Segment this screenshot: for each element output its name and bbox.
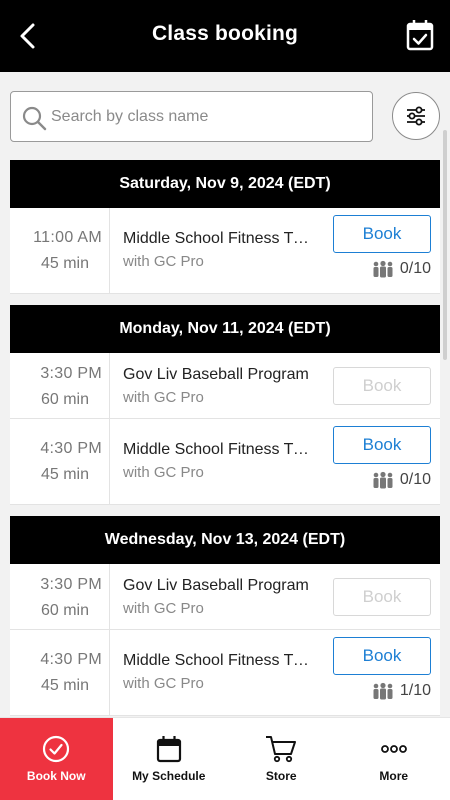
class-instructor: with GC Pro (123, 253, 204, 270)
class-instructor: with GC Pro (123, 389, 204, 406)
capacity: 0/10 (372, 260, 431, 278)
calendar-check-icon (406, 20, 434, 51)
calendar-button[interactable] (404, 18, 436, 52)
calendar-icon (156, 736, 181, 763)
nav-my-schedule[interactable]: My Schedule (113, 718, 226, 800)
filter-button[interactable] (392, 92, 440, 140)
spacer (10, 294, 440, 305)
class-time: 3:30 PM (40, 576, 102, 593)
top-bar: Class booking (0, 0, 450, 72)
class-row: 4:30 PM 45 min Middle School Fitness Tra… (10, 419, 440, 505)
people-icon (373, 471, 393, 489)
capacity: 1/10 (372, 682, 431, 700)
class-row: 4:30 PM 45 min Middle School Fitness Tra… (10, 630, 440, 716)
scrollbar[interactable] (443, 130, 447, 360)
time-column: 3:30 PM 60 min (10, 564, 110, 629)
class-duration: 60 min (40, 602, 89, 619)
capacity-count: 0/10 (399, 260, 431, 277)
book-button-disabled: Book (333, 367, 431, 405)
nav-label: More (379, 769, 409, 783)
sliders-icon (407, 106, 425, 126)
book-button-disabled: Book (333, 578, 431, 616)
class-name[interactable]: Gov Liv Baseball Program (123, 366, 313, 384)
class-duration: 60 min (40, 391, 89, 408)
class-row: 3:30 PM 60 min Gov Liv Baseball Program … (10, 564, 440, 630)
class-time: 3:30 PM (40, 365, 102, 382)
nav-more[interactable]: More (338, 718, 450, 800)
class-time: 11:00 AM (33, 229, 102, 246)
people-icon (373, 682, 393, 700)
class-name[interactable]: Middle School Fitness Training (123, 652, 313, 670)
book-button[interactable]: Book (333, 426, 431, 464)
search-input[interactable] (51, 100, 361, 134)
time-column: 11:00 AM 45 min (10, 208, 110, 293)
class-duration: 45 min (40, 677, 89, 694)
capacity: 0/10 (372, 471, 431, 489)
book-button[interactable]: Book (333, 215, 431, 253)
bottom-nav: Book Now My Schedule Store More (0, 717, 450, 800)
nav-label: My Schedule (132, 769, 206, 783)
page-title: Class booking (151, 22, 299, 45)
nav-label: Book Now (26, 769, 86, 783)
class-name[interactable]: Gov Liv Baseball Program (123, 577, 313, 595)
class-name[interactable]: Middle School Fitness Training (123, 441, 313, 459)
check-circle-icon (43, 735, 70, 763)
class-row: 3:30 PM 60 min Gov Liv Baseball Program … (10, 353, 440, 419)
nav-label: Store (265, 769, 297, 783)
class-duration: 45 min (40, 466, 89, 483)
search-row (10, 91, 442, 143)
app-root: Class booking Search by class name Satur… (0, 0, 450, 800)
class-time: 4:30 PM (40, 440, 102, 457)
capacity-count: 0/10 (399, 471, 431, 488)
cart-icon (266, 736, 297, 763)
class-row: 11:00 AM 45 min Middle School Fitness Tr… (10, 208, 440, 294)
class-name[interactable]: Middle School Fitness Training (123, 230, 313, 248)
class-instructor: with GC Pro (123, 675, 204, 692)
nav-store[interactable]: Store (225, 718, 338, 800)
more-dots-icon (380, 745, 407, 753)
day-header: Monday, Nov 11, 2024 (EDT) (10, 305, 440, 353)
spacer (10, 505, 440, 516)
class-duration: 45 min (40, 255, 89, 272)
capacity-count: 1/10 (399, 682, 431, 699)
day-header: Saturday, Nov 9, 2024 (EDT) (10, 160, 440, 208)
class-time: 4:30 PM (40, 651, 102, 668)
time-column: 4:30 PM 45 min (10, 419, 110, 504)
time-column: 4:30 PM 45 min (10, 630, 110, 715)
book-button[interactable]: Book (333, 637, 431, 675)
nav-book-now[interactable]: Book Now (0, 718, 113, 800)
day-header: Wednesday, Nov 13, 2024 (EDT) (10, 516, 440, 564)
search-box (10, 91, 373, 142)
class-instructor: with GC Pro (123, 464, 204, 481)
class-instructor: with GC Pro (123, 600, 204, 617)
search-icon (22, 106, 47, 131)
class-list: Saturday, Nov 9, 2024 (EDT) 11:00 AM 45 … (10, 160, 440, 716)
time-column: 3:30 PM 60 min (10, 353, 110, 418)
people-icon (373, 260, 393, 278)
